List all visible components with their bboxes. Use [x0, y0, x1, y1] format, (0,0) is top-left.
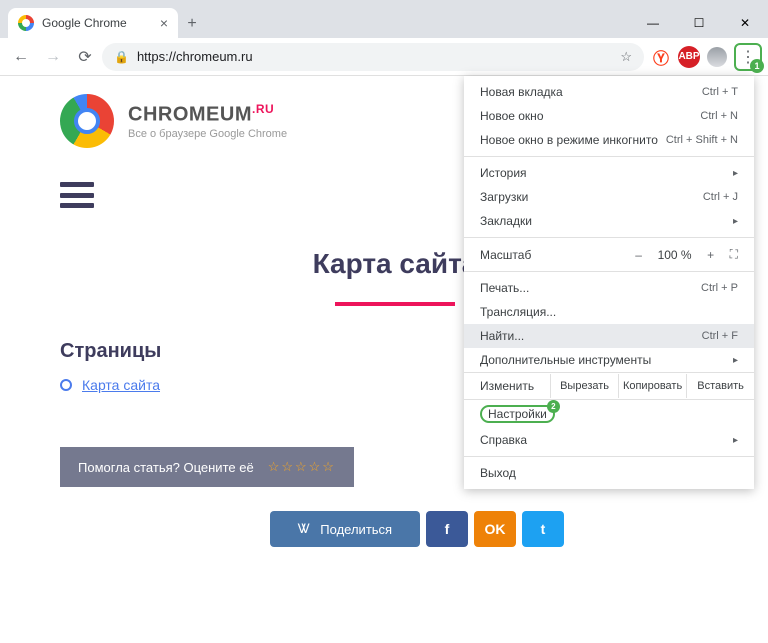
tab-title: Google Chrome	[42, 16, 127, 30]
chrome-favicon	[18, 15, 34, 31]
menu-copy[interactable]: Копировать	[618, 374, 686, 398]
share-facebook-button[interactable]: f	[426, 511, 468, 547]
menu-downloads[interactable]: ЗагрузкиCtrl + J	[464, 185, 754, 209]
toolbar: ← → ⟳ 🔒 https://chromeum.ru ☆ Ⓨ ABP ⋮ 1	[0, 38, 768, 76]
zoom-value: 100 %	[658, 248, 692, 262]
menu-help[interactable]: Справка▸	[464, 428, 754, 452]
zoom-in-button[interactable]: +	[702, 248, 720, 262]
new-tab-button[interactable]: +	[178, 10, 206, 38]
menu-new-window[interactable]: Новое окноCtrl + N	[464, 104, 754, 128]
back-button[interactable]: ←	[6, 42, 36, 72]
vk-icon: Ꮤ	[298, 521, 310, 537]
profile-avatar[interactable]	[702, 42, 732, 72]
menu-print[interactable]: Печать...Ctrl + P	[464, 276, 754, 300]
annotation-step-2: 2	[547, 400, 560, 413]
adblock-extension-icon[interactable]: ABP	[678, 46, 700, 68]
star-icon[interactable]: ☆	[620, 49, 632, 65]
menu-edit-row: Изменить Вырезать Копировать Вставить	[464, 372, 754, 400]
minimize-button[interactable]: —	[630, 8, 676, 38]
site-subtitle: Все о браузере Google Chrome	[128, 128, 287, 140]
rating-box: Помогла статья? Оцените её ☆☆☆☆☆	[60, 447, 354, 487]
chrome-menu: Новая вкладкаCtrl + T Новое окноCtrl + N…	[464, 76, 754, 489]
menu-cut[interactable]: Вырезать	[550, 374, 618, 398]
annotation-step-1: 1	[750, 59, 764, 73]
lock-icon: 🔒	[114, 50, 129, 64]
menu-history[interactable]: История▸	[464, 161, 754, 185]
maximize-button[interactable]: ☐	[676, 8, 722, 38]
menu-new-tab[interactable]: Новая вкладкаCtrl + T	[464, 80, 754, 104]
menu-bookmarks[interactable]: Закладки▸	[464, 209, 754, 233]
chrome-menu-button[interactable]: ⋮ 1	[734, 43, 762, 71]
titlebar: Google Chrome × + — ☐ ✕	[0, 0, 768, 38]
heading-underline	[335, 302, 455, 306]
forward-button[interactable]: →	[38, 42, 68, 72]
bullet-icon	[60, 379, 72, 391]
browser-tab[interactable]: Google Chrome ×	[8, 8, 178, 38]
sitemap-link[interactable]: Карта сайта	[82, 377, 160, 393]
menu-settings[interactable]: Настройки 2	[464, 400, 754, 428]
zoom-out-button[interactable]: –	[630, 248, 648, 262]
address-bar[interactable]: 🔒 https://chromeum.ru ☆	[102, 43, 644, 71]
hamburger-menu-icon[interactable]	[60, 182, 94, 208]
menu-more-tools[interactable]: Дополнительные инструменты▸	[464, 348, 754, 372]
menu-incognito[interactable]: Новое окно в режиме инкогнитоCtrl + Shif…	[464, 128, 754, 152]
rating-stars[interactable]: ☆☆☆☆☆	[268, 459, 336, 475]
share-ok-button[interactable]: OK	[474, 511, 516, 547]
tab-close-icon[interactable]: ×	[160, 15, 168, 31]
site-title: CHROMEUM.RU	[128, 102, 287, 127]
fullscreen-button[interactable]: ⛶	[730, 247, 738, 262]
close-button[interactable]: ✕	[722, 8, 768, 38]
share-vk-button[interactable]: Ꮤ Поделиться	[270, 511, 420, 547]
menu-zoom: Масштаб – 100 % + ⛶	[464, 242, 754, 267]
site-logo	[60, 94, 114, 148]
share-row: Ꮤ Поделиться f OK t	[270, 511, 730, 547]
menu-find[interactable]: Найти...Ctrl + F	[464, 324, 754, 348]
reload-button[interactable]: ⟳	[70, 42, 100, 72]
share-twitter-button[interactable]: t	[522, 511, 564, 547]
menu-exit[interactable]: Выход	[464, 461, 754, 485]
share-label: Поделиться	[320, 522, 392, 537]
menu-paste[interactable]: Вставить	[686, 374, 754, 398]
yandex-extension-icon[interactable]: Ⓨ	[646, 42, 676, 72]
window-controls: — ☐ ✕	[630, 8, 768, 38]
menu-cast[interactable]: Трансляция...	[464, 300, 754, 324]
rating-label: Помогла статья? Оцените её	[78, 460, 254, 475]
url-text: https://chromeum.ru	[137, 49, 253, 64]
